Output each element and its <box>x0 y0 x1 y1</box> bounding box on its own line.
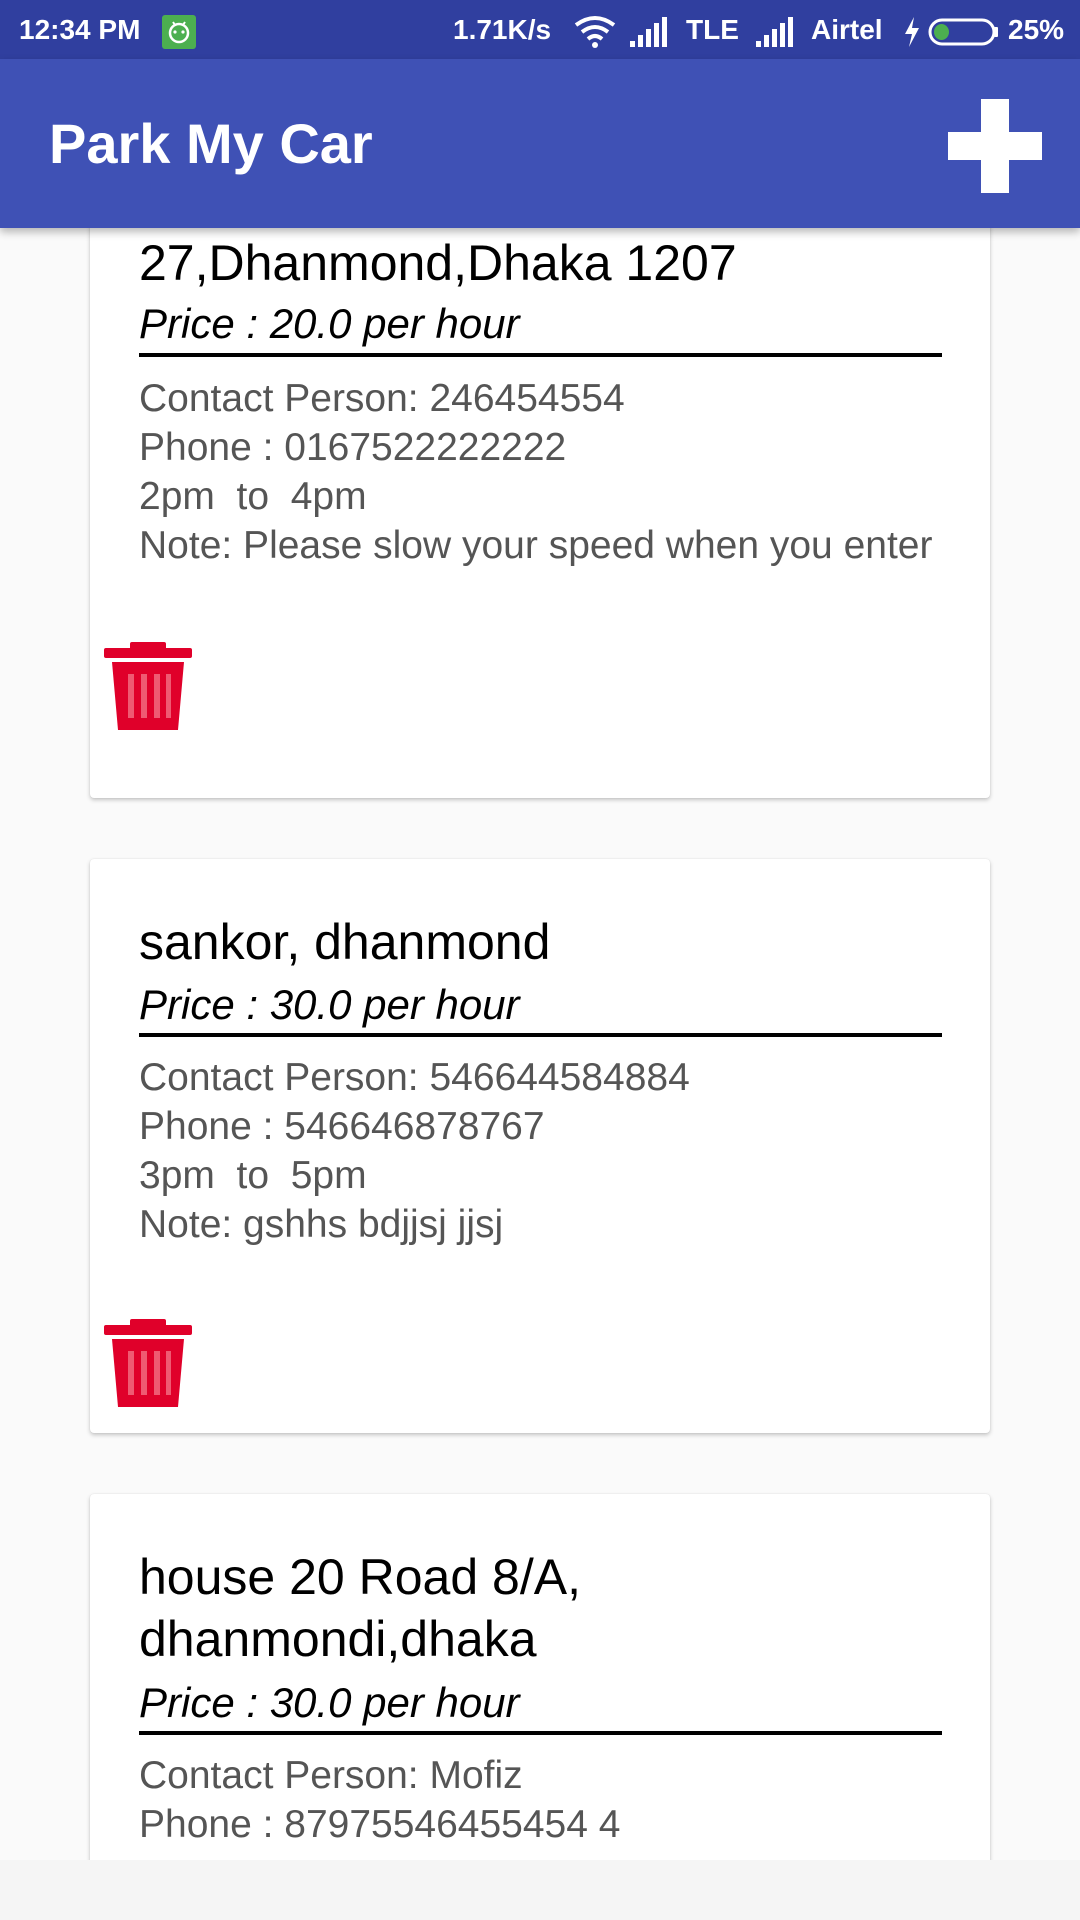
card-contact: Contact Person: 546644584884 <box>139 1056 690 1099</box>
card-price: Price : 20.0 per hour <box>139 300 520 347</box>
battery-level: 25% <box>1008 14 1065 45</box>
trash-icon <box>104 642 192 730</box>
card-address: sankor, dhanmond <box>139 914 551 970</box>
app-title: Park My Car <box>49 112 373 175</box>
parking-list[interactable]: 27,Dhanmond,Dhaka 1207 Price : 20.0 per … <box>0 228 1080 1860</box>
card-divider <box>139 1731 942 1735</box>
card-time: 2pm to 4pm <box>139 475 367 518</box>
plus-icon <box>948 99 1042 193</box>
card-contact: Contact Person: 246454554 <box>139 377 625 420</box>
wifi-icon <box>574 0 616 59</box>
charging-icon <box>903 0 921 59</box>
card-details: Contact Person: 246454554 Phone : 016752… <box>139 374 939 570</box>
status-time: 12:34 PM <box>19 14 141 45</box>
card-details: Contact Person: Mofiz Phone : 8797554645… <box>139 1751 939 1849</box>
signal-icon <box>630 0 670 59</box>
card-time: 3pm to 5pm <box>139 1154 367 1197</box>
delete-button[interactable] <box>102 640 194 732</box>
card-note: Note: gshhs bdjjsj jjsj <box>139 1203 504 1246</box>
status-bar: 12:34 PM 1.71K/s TLE Airtel 25% <box>0 0 1080 59</box>
add-button[interactable] <box>940 91 1050 201</box>
android-icon <box>162 0 196 59</box>
card-address: 27,Dhanmond,Dhaka 1207 <box>139 235 737 291</box>
signal-icon <box>756 0 796 59</box>
network-type: TLE <box>686 14 739 45</box>
trash-icon <box>104 1319 192 1407</box>
card-divider <box>139 1033 942 1037</box>
card-address: house 20 Road 8/A, dhanmondi,dhaka <box>139 1549 581 1667</box>
carrier-name: Airtel <box>811 14 883 45</box>
parking-card: sankor, dhanmond Price : 30.0 per hour C… <box>90 859 990 1433</box>
card-price: Price : 30.0 per hour <box>139 981 520 1028</box>
card-note: Note: Please slow your speed when you en… <box>139 524 933 567</box>
card-phone: Phone : 87975546455454 4 <box>139 1803 621 1846</box>
card-contact: Contact Person: Mofiz <box>139 1754 523 1797</box>
delete-button[interactable] <box>102 1317 194 1409</box>
card-phone: Phone : 546646878767 <box>139 1105 545 1148</box>
navigation-bar-area <box>0 1860 1080 1920</box>
network-speed: 1.71K/s <box>453 14 552 45</box>
battery-icon <box>928 0 1000 59</box>
parking-card: house 20 Road 8/A, dhanmondi,dhaka Price… <box>90 1494 990 1860</box>
card-phone: Phone : 0167522222222 <box>139 426 567 469</box>
parking-card: 27,Dhanmond,Dhaka 1207 Price : 20.0 per … <box>90 228 990 798</box>
card-details: Contact Person: 546644584884 Phone : 546… <box>139 1053 939 1249</box>
card-price: Price : 30.0 per hour <box>139 1679 520 1726</box>
app-bar: Park My Car <box>0 59 1080 228</box>
card-divider <box>139 353 942 357</box>
